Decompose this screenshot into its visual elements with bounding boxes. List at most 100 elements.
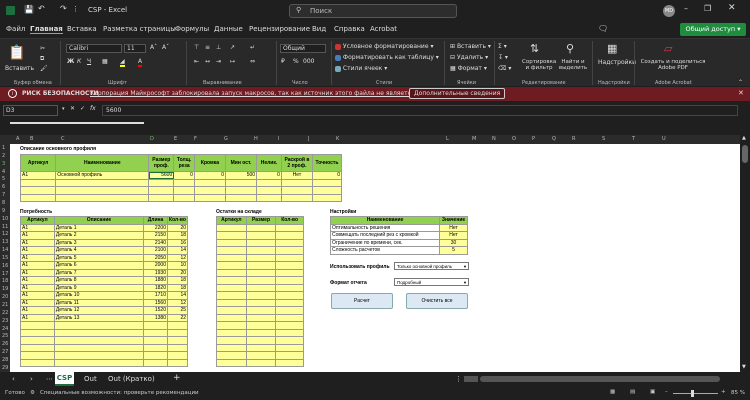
profile-cell[interactable]: Нет	[280, 171, 313, 180]
empty-cell[interactable]	[275, 223, 304, 232]
need-cell[interactable]: 20	[166, 268, 189, 277]
align-bottom-icon[interactable]: ⊥	[216, 44, 221, 51]
need-cell[interactable]: 20	[166, 223, 189, 232]
minimize-icon[interactable]: –	[684, 4, 688, 13]
empty-cell[interactable]	[193, 186, 227, 195]
find-icon[interactable]: ⚲	[566, 42, 574, 55]
empty-cell[interactable]	[275, 321, 304, 330]
column-header[interactable]: K	[336, 136, 339, 142]
empty-cell[interactable]	[275, 238, 304, 247]
font-size-select[interactable]: 11	[124, 44, 146, 53]
font-name-select[interactable]: Calibri	[66, 44, 122, 53]
empty-cell[interactable]	[275, 328, 304, 337]
profile-header-cell[interactable]: Размер проф.	[148, 154, 175, 172]
empty-cell[interactable]	[148, 178, 175, 187]
report-format-select[interactable]: Подробный ▼	[394, 278, 469, 286]
empty-cell[interactable]	[216, 253, 247, 262]
confirm-entry-icon[interactable]: ✓	[80, 105, 85, 112]
need-cell[interactable]: 25	[166, 306, 189, 315]
need-cell[interactable]: Деталь 13	[53, 313, 145, 322]
sort-filter-button[interactable]: Сортировка и фильтр	[522, 59, 556, 71]
profile-header-cell[interactable]: Точность	[311, 154, 343, 172]
empty-cell[interactable]	[216, 313, 247, 322]
empty-cell[interactable]	[245, 253, 277, 262]
page-break-icon[interactable]: ▣	[650, 389, 655, 395]
font-color-icon[interactable]: A	[138, 58, 143, 67]
format-painter-icon[interactable]: 🖌	[40, 65, 48, 72]
column-header[interactable]: A	[16, 136, 19, 142]
need-header-cell[interactable]: Описание	[53, 216, 145, 225]
tab-view[interactable]: Вид	[312, 25, 326, 33]
share-button[interactable]: Общий доступ ▾	[680, 23, 746, 36]
empty-cell[interactable]	[166, 336, 189, 345]
scroll-up-icon[interactable]: ▲	[742, 135, 746, 141]
need-cell[interactable]: A1	[20, 283, 55, 292]
row-header[interactable]: 25	[2, 333, 8, 339]
row-header[interactable]: 9	[2, 208, 5, 214]
need-cell[interactable]: 2140	[143, 238, 168, 247]
empty-cell[interactable]	[166, 321, 189, 330]
row-header[interactable]: 22	[2, 310, 8, 316]
profile-header-cell[interactable]: Толщ. реза	[173, 154, 195, 172]
empty-cell[interactable]	[245, 246, 277, 255]
vertical-scrollbar[interactable]: ▲ ▼	[740, 135, 750, 372]
row-header[interactable]: 24	[2, 326, 8, 332]
worksheet-grid[interactable]: Описание основного профиля Артикул Наимен…	[10, 144, 740, 372]
row-header[interactable]: 26	[2, 341, 8, 347]
need-cell[interactable]: 10	[166, 261, 189, 270]
empty-cell[interactable]	[20, 328, 55, 337]
empty-cell[interactable]	[245, 298, 277, 307]
need-cell[interactable]: Деталь 8	[53, 276, 145, 285]
copy-icon[interactable]: ⧉	[40, 55, 44, 63]
find-select-button[interactable]: Найти и выделить	[557, 59, 589, 71]
horizontal-scrollbar[interactable]	[480, 376, 720, 382]
empty-cell[interactable]	[143, 343, 168, 352]
format-table-button[interactable]: Форматировать как таблицу ▾	[335, 54, 439, 61]
row-header[interactable]: 1	[2, 145, 5, 151]
empty-cell[interactable]	[173, 178, 195, 187]
tab-home[interactable]: Главная	[30, 25, 63, 34]
tabs-more-icon[interactable]: ⋮	[455, 375, 462, 383]
need-cell[interactable]: Деталь 1	[53, 223, 145, 232]
name-box-dropdown-icon[interactable]: ▾	[62, 106, 65, 112]
thousands-icon[interactable]: 000	[303, 58, 314, 65]
clear-icon[interactable]: ⌫ ▾	[498, 65, 511, 72]
need-cell[interactable]: A1	[20, 268, 55, 277]
adobe-pdf-icon[interactable]: ▱	[664, 42, 672, 55]
column-header[interactable]: N	[492, 136, 496, 142]
conditional-format-button[interactable]: Условное форматирование ▾	[335, 43, 433, 50]
row-header[interactable]: 4	[2, 169, 5, 175]
align-top-icon[interactable]: ⊤	[194, 44, 199, 51]
empty-cell[interactable]	[193, 193, 227, 202]
need-cell[interactable]: 1820	[143, 283, 168, 292]
zoom-level[interactable]: 85 %	[731, 390, 745, 396]
need-cell[interactable]: Деталь 10	[53, 291, 145, 300]
need-cell[interactable]: 12	[166, 298, 189, 307]
sheet-tab-out-short[interactable]: Out (Кратко)	[108, 375, 155, 383]
close-icon[interactable]: ✕	[728, 3, 736, 13]
empty-cell[interactable]	[216, 231, 247, 240]
settings-cell[interactable]: Ограничение по времени, сек.	[329, 238, 441, 247]
row-header[interactable]: 21	[2, 302, 8, 308]
empty-cell[interactable]	[143, 351, 168, 360]
row-header[interactable]: 14	[2, 247, 8, 253]
need-cell[interactable]: 16	[166, 238, 189, 247]
profile-cell[interactable]: 0	[311, 171, 343, 180]
zoom-slider-thumb[interactable]	[691, 390, 694, 397]
empty-cell[interactable]	[19, 186, 57, 195]
empty-cell[interactable]	[216, 336, 247, 345]
empty-cell[interactable]	[245, 358, 277, 367]
column-header[interactable]: R	[572, 136, 575, 142]
empty-cell[interactable]	[275, 268, 304, 277]
empty-cell[interactable]	[20, 358, 55, 367]
empty-cell[interactable]	[275, 261, 304, 270]
paste-icon[interactable]: 📋	[8, 45, 25, 61]
need-cell[interactable]: 18	[166, 283, 189, 292]
settings-cell[interactable]: Оптимальность решения	[329, 223, 441, 232]
empty-cell[interactable]	[245, 276, 277, 285]
empty-cell[interactable]	[55, 186, 150, 195]
empty-cell[interactable]	[20, 343, 55, 352]
empty-cell[interactable]	[166, 343, 189, 352]
need-cell[interactable]: 22	[166, 313, 189, 322]
empty-cell[interactable]	[53, 343, 145, 352]
